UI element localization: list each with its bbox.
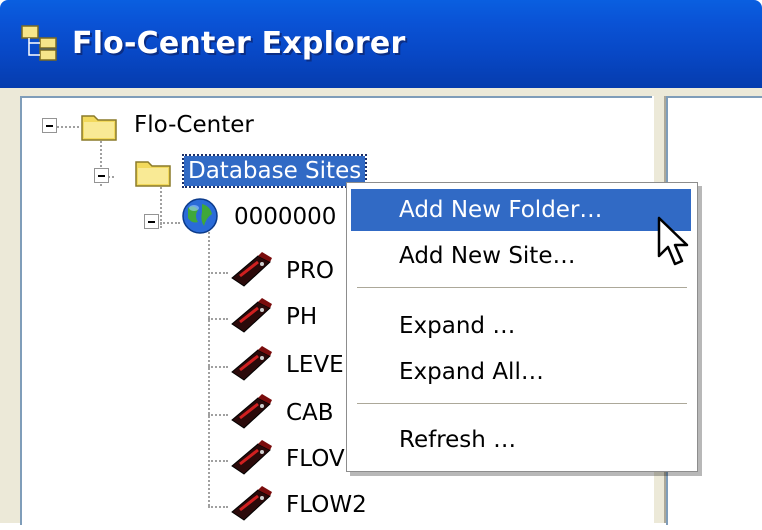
tree-node-monitor[interactable]: CAB — [286, 398, 334, 428]
title-bar[interactable]: Flo-Center Explorer — [0, 0, 762, 88]
tree-node-monitor[interactable]: FLOW2 — [286, 490, 367, 520]
menu-item-expand[interactable]: Expand … — [351, 305, 691, 347]
tree-connector — [208, 414, 228, 416]
tree-node-database-sites[interactable]: Database Sites — [181, 154, 368, 188]
folder-icon — [80, 110, 120, 146]
menu-separator — [357, 403, 687, 405]
monitor-device-icon — [228, 390, 276, 438]
tree-connector — [57, 126, 79, 128]
mouse-pointer-icon — [656, 216, 692, 272]
tree-collapse-toggle[interactable] — [94, 168, 109, 183]
folder-icon — [134, 156, 174, 192]
menu-item-refresh[interactable]: Refresh … — [351, 419, 691, 461]
context-menu: Add New Folder… Add New Site… Expand … E… — [346, 182, 698, 472]
menu-separator — [357, 287, 687, 289]
tree-node-flo-center[interactable]: Flo-Center — [134, 110, 254, 140]
tree-connector — [160, 222, 180, 224]
tree-node-site[interactable]: 0000000 — [234, 202, 336, 232]
menu-item-expand-all[interactable]: Expand All… — [351, 351, 691, 393]
tree-node-monitor[interactable]: LEVE — [286, 350, 344, 380]
window-title: Flo-Center Explorer — [72, 26, 406, 61]
tree-node-monitor[interactable]: PH — [286, 302, 317, 332]
tree-collapse-toggle[interactable] — [144, 214, 159, 229]
tree-connector — [208, 272, 228, 274]
tree-connector — [208, 460, 228, 462]
tree-node-monitor[interactable]: FLOV — [286, 444, 345, 474]
tree-connector — [208, 318, 228, 320]
menu-item-add-new-folder[interactable]: Add New Folder… — [351, 189, 691, 231]
monitor-device-icon — [228, 342, 276, 390]
tree-node-monitor[interactable]: PRO — [286, 256, 334, 286]
monitor-device-icon — [228, 436, 276, 484]
globe-icon — [180, 196, 220, 240]
monitor-device-icon — [228, 248, 276, 296]
tree-collapse-toggle[interactable] — [42, 118, 57, 133]
tree-connector — [208, 506, 228, 508]
menu-item-add-new-site[interactable]: Add New Site… — [351, 235, 691, 277]
tree-view-icon — [20, 24, 58, 62]
tree-connector — [208, 366, 228, 368]
monitor-device-icon — [228, 294, 276, 342]
